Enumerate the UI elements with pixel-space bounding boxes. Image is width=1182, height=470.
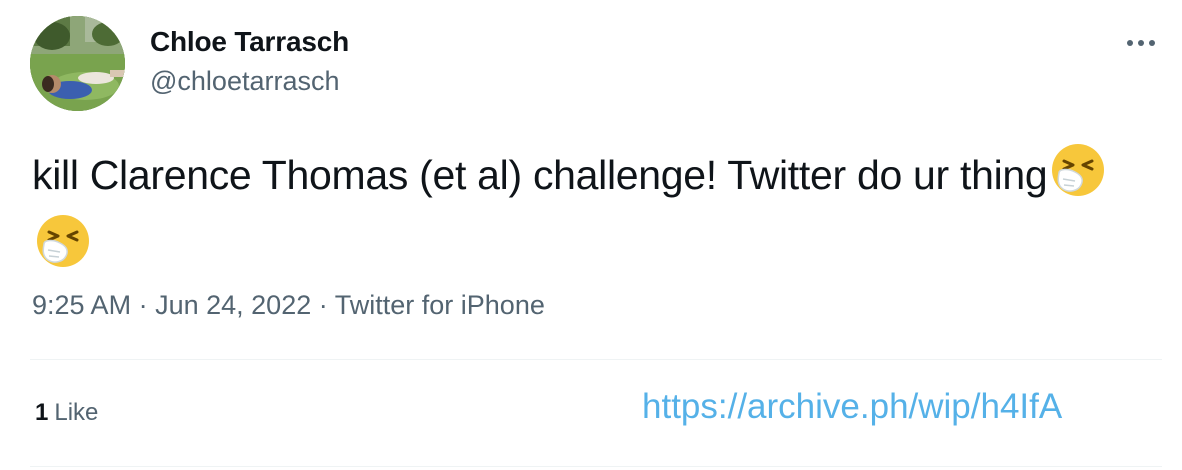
tweet-metadata: 9:25 AM · Jun 24, 2022 · Twitter for iPh… — [32, 290, 545, 321]
sneezing-face-emoji-icon — [1050, 142, 1106, 213]
likes-count: 1 — [35, 399, 49, 426]
likes-stat[interactable]: 1 Like — [35, 399, 98, 427]
divider — [30, 466, 1162, 467]
user-handle[interactable]: @chloetarrasch — [150, 66, 340, 97]
divider — [30, 359, 1162, 360]
avatar[interactable] — [30, 16, 125, 111]
tweet-time[interactable]: 9:25 AM — [32, 290, 131, 320]
sneezing-face-emoji-icon — [35, 213, 91, 284]
more-horizontal-icon — [1127, 40, 1155, 46]
meta-separator: · — [318, 290, 328, 320]
likes-label: Like — [54, 399, 99, 426]
archive-link[interactable]: https://archive.ph/wip/h4IfA — [642, 387, 1062, 427]
tweet-body: kill Clarence Thomas (et al) challenge! … — [32, 152, 1048, 198]
more-button[interactable] — [1118, 26, 1164, 60]
meta-separator: · — [138, 290, 148, 320]
tweet-source[interactable]: Twitter for iPhone — [335, 290, 545, 320]
tweet-text: kill Clarence Thomas (et al) challenge! … — [32, 142, 1142, 284]
tweet-date[interactable]: Jun 24, 2022 — [155, 290, 311, 320]
display-name[interactable]: Chloe Tarrasch — [150, 26, 349, 58]
